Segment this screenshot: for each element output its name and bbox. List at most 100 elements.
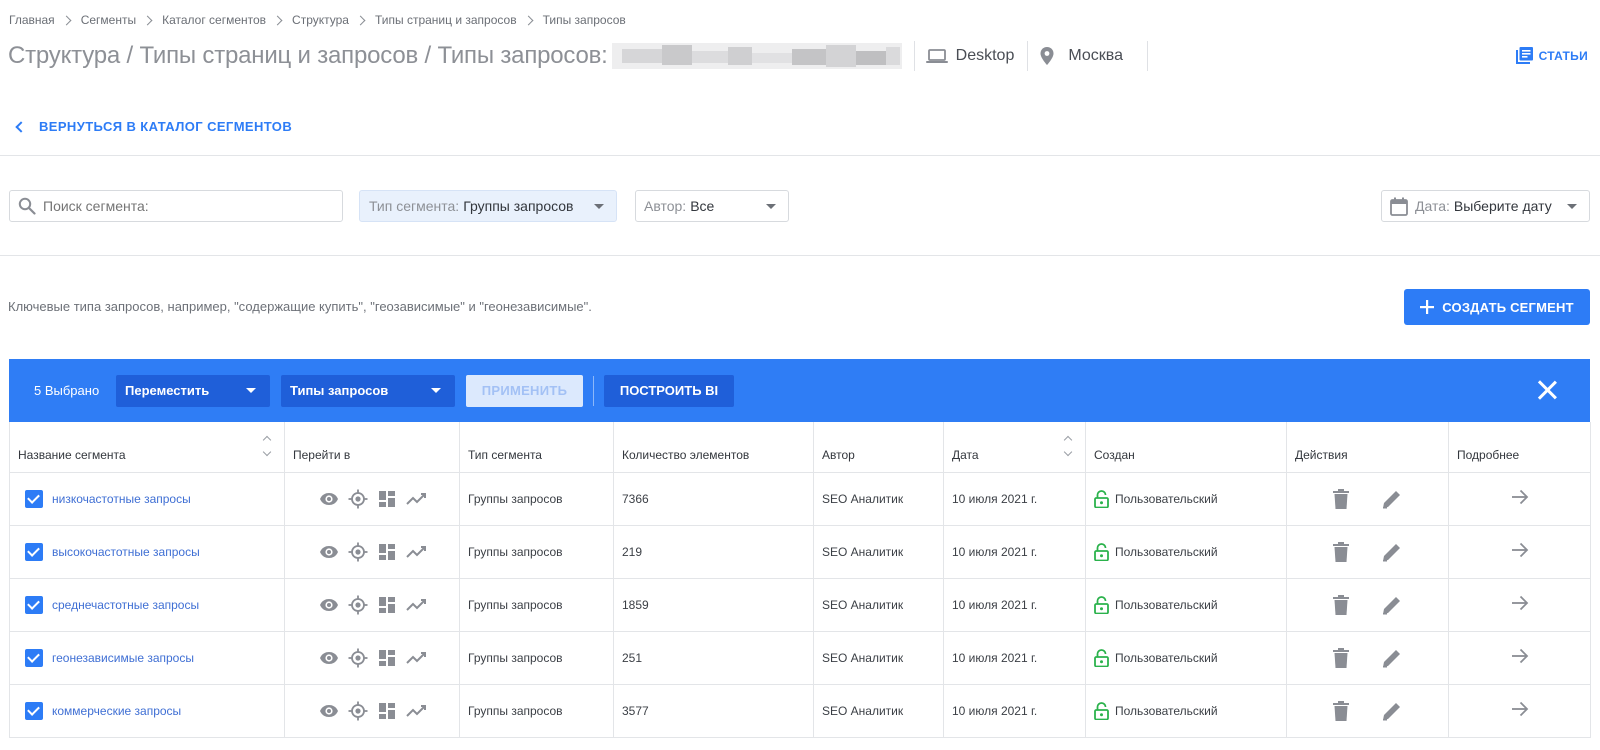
articles-link[interactable]: СТАТЬИ	[1515, 47, 1588, 64]
arrow-right-icon[interactable]	[1511, 542, 1529, 558]
header-label: Количество элементов	[622, 447, 750, 462]
edit-pencil-icon[interactable]	[1382, 595, 1402, 615]
unlocked-lock-icon	[1094, 595, 1109, 614]
trash-icon[interactable]	[1333, 488, 1349, 509]
sort-icon[interactable]	[262, 434, 272, 460]
cell-name: среднечастотные запросы	[9, 578, 285, 632]
trend-line-icon[interactable]	[405, 489, 426, 509]
table-row: коммерческие запросы Группы запросов 357…	[9, 684, 1591, 738]
author-select[interactable]: Автор: Все	[635, 190, 789, 222]
row-checkbox[interactable]	[25, 595, 43, 614]
edit-pencil-icon[interactable]	[1382, 701, 1402, 721]
trend-line-icon[interactable]	[405, 542, 426, 562]
arrow-right-icon[interactable]	[1511, 595, 1529, 611]
table-row: среднечастотные запросы Группы запросов …	[9, 578, 1591, 632]
sort-icon[interactable]	[1063, 434, 1073, 460]
title-row: Структура / Типы страниц и запросов / Ти…	[8, 40, 1148, 72]
date-select[interactable]: Дата: Выберите дату	[1381, 190, 1590, 222]
cell-goto	[284, 525, 460, 579]
trend-line-icon[interactable]	[405, 648, 426, 668]
device-selector[interactable]: Desktop	[925, 47, 1014, 65]
build-bi-button[interactable]: ПОСТРОИТЬ BI	[604, 374, 734, 407]
cell-date: 10 июля 2021 г.	[943, 631, 1086, 685]
dashboard-icon[interactable]	[377, 595, 397, 615]
arrow-right-icon[interactable]	[1511, 701, 1529, 717]
segment-name-link[interactable]: коммерческие запросы	[52, 704, 181, 718]
arrow-right-icon[interactable]	[1511, 648, 1529, 664]
crosshair-icon[interactable]	[348, 489, 368, 509]
breadcrumb-home[interactable]: Главная	[9, 13, 55, 27]
segment-name-link[interactable]: геонезависимые запросы	[52, 651, 194, 665]
segment-name-link[interactable]: среднечастотные запросы	[52, 598, 199, 612]
cell-type: Группы запросов	[459, 472, 614, 526]
eye-icon[interactable]	[319, 489, 339, 509]
cell-date: 10 июля 2021 г.	[943, 578, 1086, 632]
trash-icon[interactable]	[1333, 700, 1349, 721]
trend-line-icon[interactable]	[405, 595, 426, 615]
dashboard-icon[interactable]	[377, 701, 397, 721]
bulk-target-value: Типы запросов	[290, 383, 389, 398]
search-segment-field[interactable]	[9, 190, 343, 222]
crosshair-icon[interactable]	[348, 701, 368, 721]
location-pin-icon	[1040, 47, 1054, 65]
header-label: Перейти в	[293, 447, 351, 462]
column-header-name[interactable]: Название сегмента	[9, 422, 285, 473]
bulk-target-select[interactable]: Типы запросов	[281, 374, 455, 407]
eye-icon[interactable]	[319, 648, 339, 668]
header-label: Действия	[1295, 447, 1348, 462]
row-checkbox[interactable]	[25, 701, 43, 720]
search-icon	[18, 197, 36, 215]
breadcrumb-page-query-types[interactable]: Типы страниц и запросов	[375, 13, 517, 27]
close-icon[interactable]	[1537, 380, 1557, 400]
cell-date: 10 июля 2021 г.	[943, 525, 1086, 579]
bulk-action-select[interactable]: Переместить	[116, 374, 270, 407]
segments-table: Название сегмента Перейти в Тип сегмента…	[9, 422, 1591, 738]
breadcrumb-segment-catalog[interactable]: Каталог сегментов	[162, 13, 266, 27]
articles-label: СТАТЬИ	[1538, 48, 1588, 63]
cell-details	[1448, 472, 1591, 526]
cell-actions	[1286, 472, 1449, 526]
chevron-right-icon	[355, 15, 366, 25]
edit-pencil-icon[interactable]	[1382, 542, 1402, 562]
apply-button[interactable]: ПРИМЕНИТЬ	[466, 374, 583, 407]
dashboard-icon[interactable]	[377, 648, 397, 668]
eye-icon[interactable]	[319, 595, 339, 615]
cell-details	[1448, 684, 1591, 738]
dashboard-icon[interactable]	[377, 489, 397, 509]
dashboard-icon[interactable]	[377, 542, 397, 562]
row-checkbox[interactable]	[25, 542, 43, 561]
segment-name-link[interactable]: низкочастотные запросы	[52, 492, 191, 506]
created-label: Пользовательский	[1115, 597, 1218, 612]
crosshair-icon[interactable]	[348, 542, 368, 562]
crosshair-icon[interactable]	[348, 648, 368, 668]
trash-icon[interactable]	[1333, 541, 1349, 562]
column-header-date[interactable]: Дата	[943, 422, 1086, 473]
crosshair-icon[interactable]	[348, 595, 368, 615]
cell-created: Пользовательский	[1085, 472, 1287, 526]
cell-details	[1448, 578, 1591, 632]
search-input[interactable]	[43, 198, 313, 214]
segment-name-link[interactable]: высокочастотные запросы	[52, 545, 200, 559]
cell-goto	[284, 631, 460, 685]
eye-icon[interactable]	[319, 542, 339, 562]
breadcrumb-structure[interactable]: Структура	[292, 13, 349, 27]
edit-pencil-icon[interactable]	[1382, 489, 1402, 509]
row-checkbox[interactable]	[25, 648, 43, 667]
trash-icon[interactable]	[1333, 647, 1349, 668]
table-row: геонезависимые запросы Группы запросов 2…	[9, 631, 1591, 685]
edit-pencil-icon[interactable]	[1382, 648, 1402, 668]
back-to-catalog-link[interactable]: ВЕРНУТЬСЯ В КАТАЛОГ СЕГМЕНТОВ	[14, 119, 292, 134]
trend-line-icon[interactable]	[405, 701, 426, 721]
trash-icon[interactable]	[1333, 594, 1349, 615]
breadcrumb-segments[interactable]: Сегменты	[81, 13, 136, 27]
arrow-right-icon[interactable]	[1511, 489, 1529, 505]
row-checkbox[interactable]	[25, 489, 43, 508]
segment-type-select[interactable]: Тип сегмента: Группы запросов	[359, 190, 617, 222]
eye-icon[interactable]	[319, 701, 339, 721]
cell-details	[1448, 631, 1591, 685]
region-selector[interactable]: Москва	[1040, 47, 1123, 65]
create-segment-label: СОЗДАТЬ СЕГМЕНТ	[1442, 299, 1574, 315]
create-segment-button[interactable]: СОЗДАТЬ СЕГМЕНТ	[1404, 289, 1590, 325]
region-label: Москва	[1068, 47, 1123, 64]
header-label: Создан	[1094, 447, 1135, 462]
